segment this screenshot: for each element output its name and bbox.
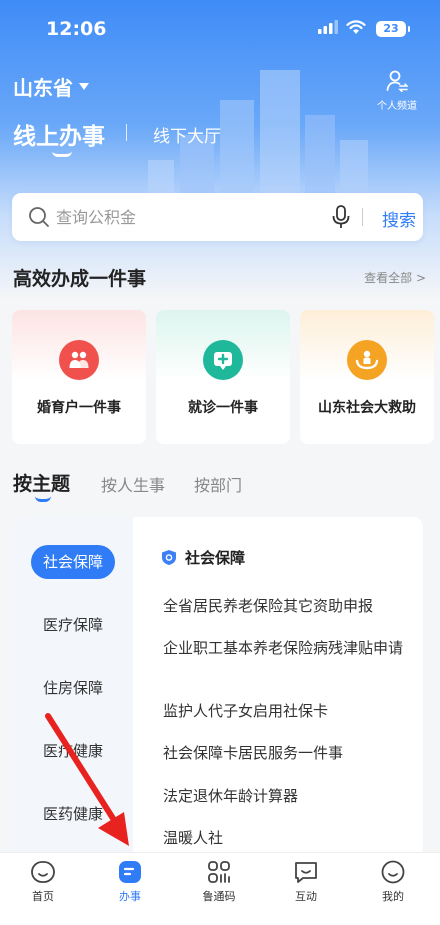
nav-label: 互动: [295, 890, 317, 903]
sidebar-item-social-security[interactable]: 社会保障: [13, 544, 133, 580]
list-item[interactable]: 全省居民养老保险其它资助申报: [163, 597, 403, 616]
service-card-medical-visit[interactable]: 就诊一件事: [156, 310, 290, 444]
sidebar-item-label: 医疗健康: [42, 742, 103, 760]
status-bar: 12:06 23: [0, 0, 440, 54]
province-selector[interactable]: 山东省: [13, 72, 89, 101]
nav-label: 鲁通码: [202, 890, 236, 903]
home-icon: [31, 861, 55, 883]
search-bar: 搜索: [12, 193, 423, 241]
user-switch-icon: [386, 70, 409, 93]
tab-online-service[interactable]: 线上办事: [13, 117, 105, 151]
nav-profile[interactable]: 我的: [363, 859, 423, 904]
tab-by-theme[interactable]: 按主题: [13, 469, 70, 496]
chat-icon: [295, 862, 317, 883]
search-divider: [362, 208, 363, 226]
sidebar-item-pharma-health[interactable]: 医药健康: [13, 796, 133, 832]
nav-services[interactable]: 办事: [100, 859, 160, 904]
service-card-marriage-birth[interactable]: 婚育户一件事: [12, 310, 146, 444]
sidebar-item-label: 医药健康: [42, 805, 103, 823]
search-button[interactable]: 搜索: [382, 206, 416, 231]
service-card-label: 就诊一件事: [188, 400, 258, 416]
featured-section-title: 高效办成一件事: [13, 268, 147, 290]
qr-code-icon: [208, 861, 230, 883]
personal-channel-button[interactable]: 个人频道: [370, 70, 424, 112]
battery-icon: 23: [376, 21, 410, 37]
tab-offline-hall[interactable]: 线下大厅: [153, 122, 221, 147]
sidebar-item-housing-security[interactable]: 住房保障: [13, 670, 133, 706]
list-item[interactable]: 监护人代子女启用社保卡: [163, 702, 403, 721]
sidebar-item-medical-health[interactable]: 医疗健康: [13, 733, 133, 769]
province-label: 山东省: [13, 76, 73, 100]
sidebar-item-label: 住房保障: [42, 679, 103, 697]
tab-active-indicator: [35, 496, 51, 502]
caret-down-icon: [79, 83, 89, 90]
medical-plus-icon: [203, 340, 243, 380]
service-icon: [119, 861, 141, 883]
service-card-label: 婚育户一件事: [37, 400, 121, 416]
tab-active-indicator: [52, 151, 72, 157]
nav-interaction[interactable]: 互动: [276, 859, 336, 904]
list-item[interactable]: 法定退休年龄计算器: [163, 787, 403, 806]
wifi-icon: [346, 20, 366, 34]
nav-qr-code[interactable]: 鲁通码: [189, 859, 249, 904]
search-input[interactable]: [56, 205, 306, 229]
rescue-hands-icon: [347, 340, 387, 380]
bottom-navigation: 首页 办事 鲁通码 互动 我的: [0, 852, 440, 925]
status-time: 12:06: [46, 18, 107, 40]
shield-icon: [162, 550, 176, 565]
service-card-social-rescue[interactable]: 山东社会大救助: [300, 310, 434, 444]
sidebar-item-label: 社会保障: [30, 545, 115, 579]
list-item[interactable]: 社会保障卡居民服务一件事: [163, 744, 403, 763]
sidebar-item-label: 医疗保障: [42, 616, 103, 634]
service-card-label: 山东社会大救助: [318, 400, 416, 416]
nav-label: 首页: [32, 890, 54, 903]
cellular-signal-icon: [318, 20, 338, 34]
family-icon: [59, 340, 99, 380]
sidebar-item-medical-security[interactable]: 医疗保障: [13, 607, 133, 643]
nav-label: 办事: [119, 890, 141, 903]
list-section-header: 社会保障: [161, 547, 245, 568]
list-item[interactable]: 温暖人社: [163, 829, 403, 848]
profile-icon: [381, 860, 405, 884]
nav-home[interactable]: 首页: [13, 859, 73, 904]
list-section-title: 社会保障: [185, 549, 246, 567]
personal-channel-label: 个人频道: [377, 101, 417, 112]
list-item[interactable]: 企业职工基本养老保险病残津贴申请: [163, 639, 403, 658]
tab-divider: [126, 124, 127, 141]
category-sidebar: 社会保障 医疗保障 住房保障 医疗健康 医药健康: [13, 517, 133, 857]
microphone-icon[interactable]: [332, 205, 350, 229]
tab-by-life-event[interactable]: 按人生事: [101, 472, 165, 496]
view-all-link[interactable]: 查看全部 >: [364, 269, 426, 286]
search-icon: [29, 207, 49, 227]
tab-by-department[interactable]: 按部门: [194, 472, 242, 496]
nav-label: 我的: [382, 890, 404, 903]
service-panel: 社会保障 医疗保障 住房保障 医疗健康 医药健康 社会保障 全省居民养老保险其它…: [13, 517, 423, 857]
